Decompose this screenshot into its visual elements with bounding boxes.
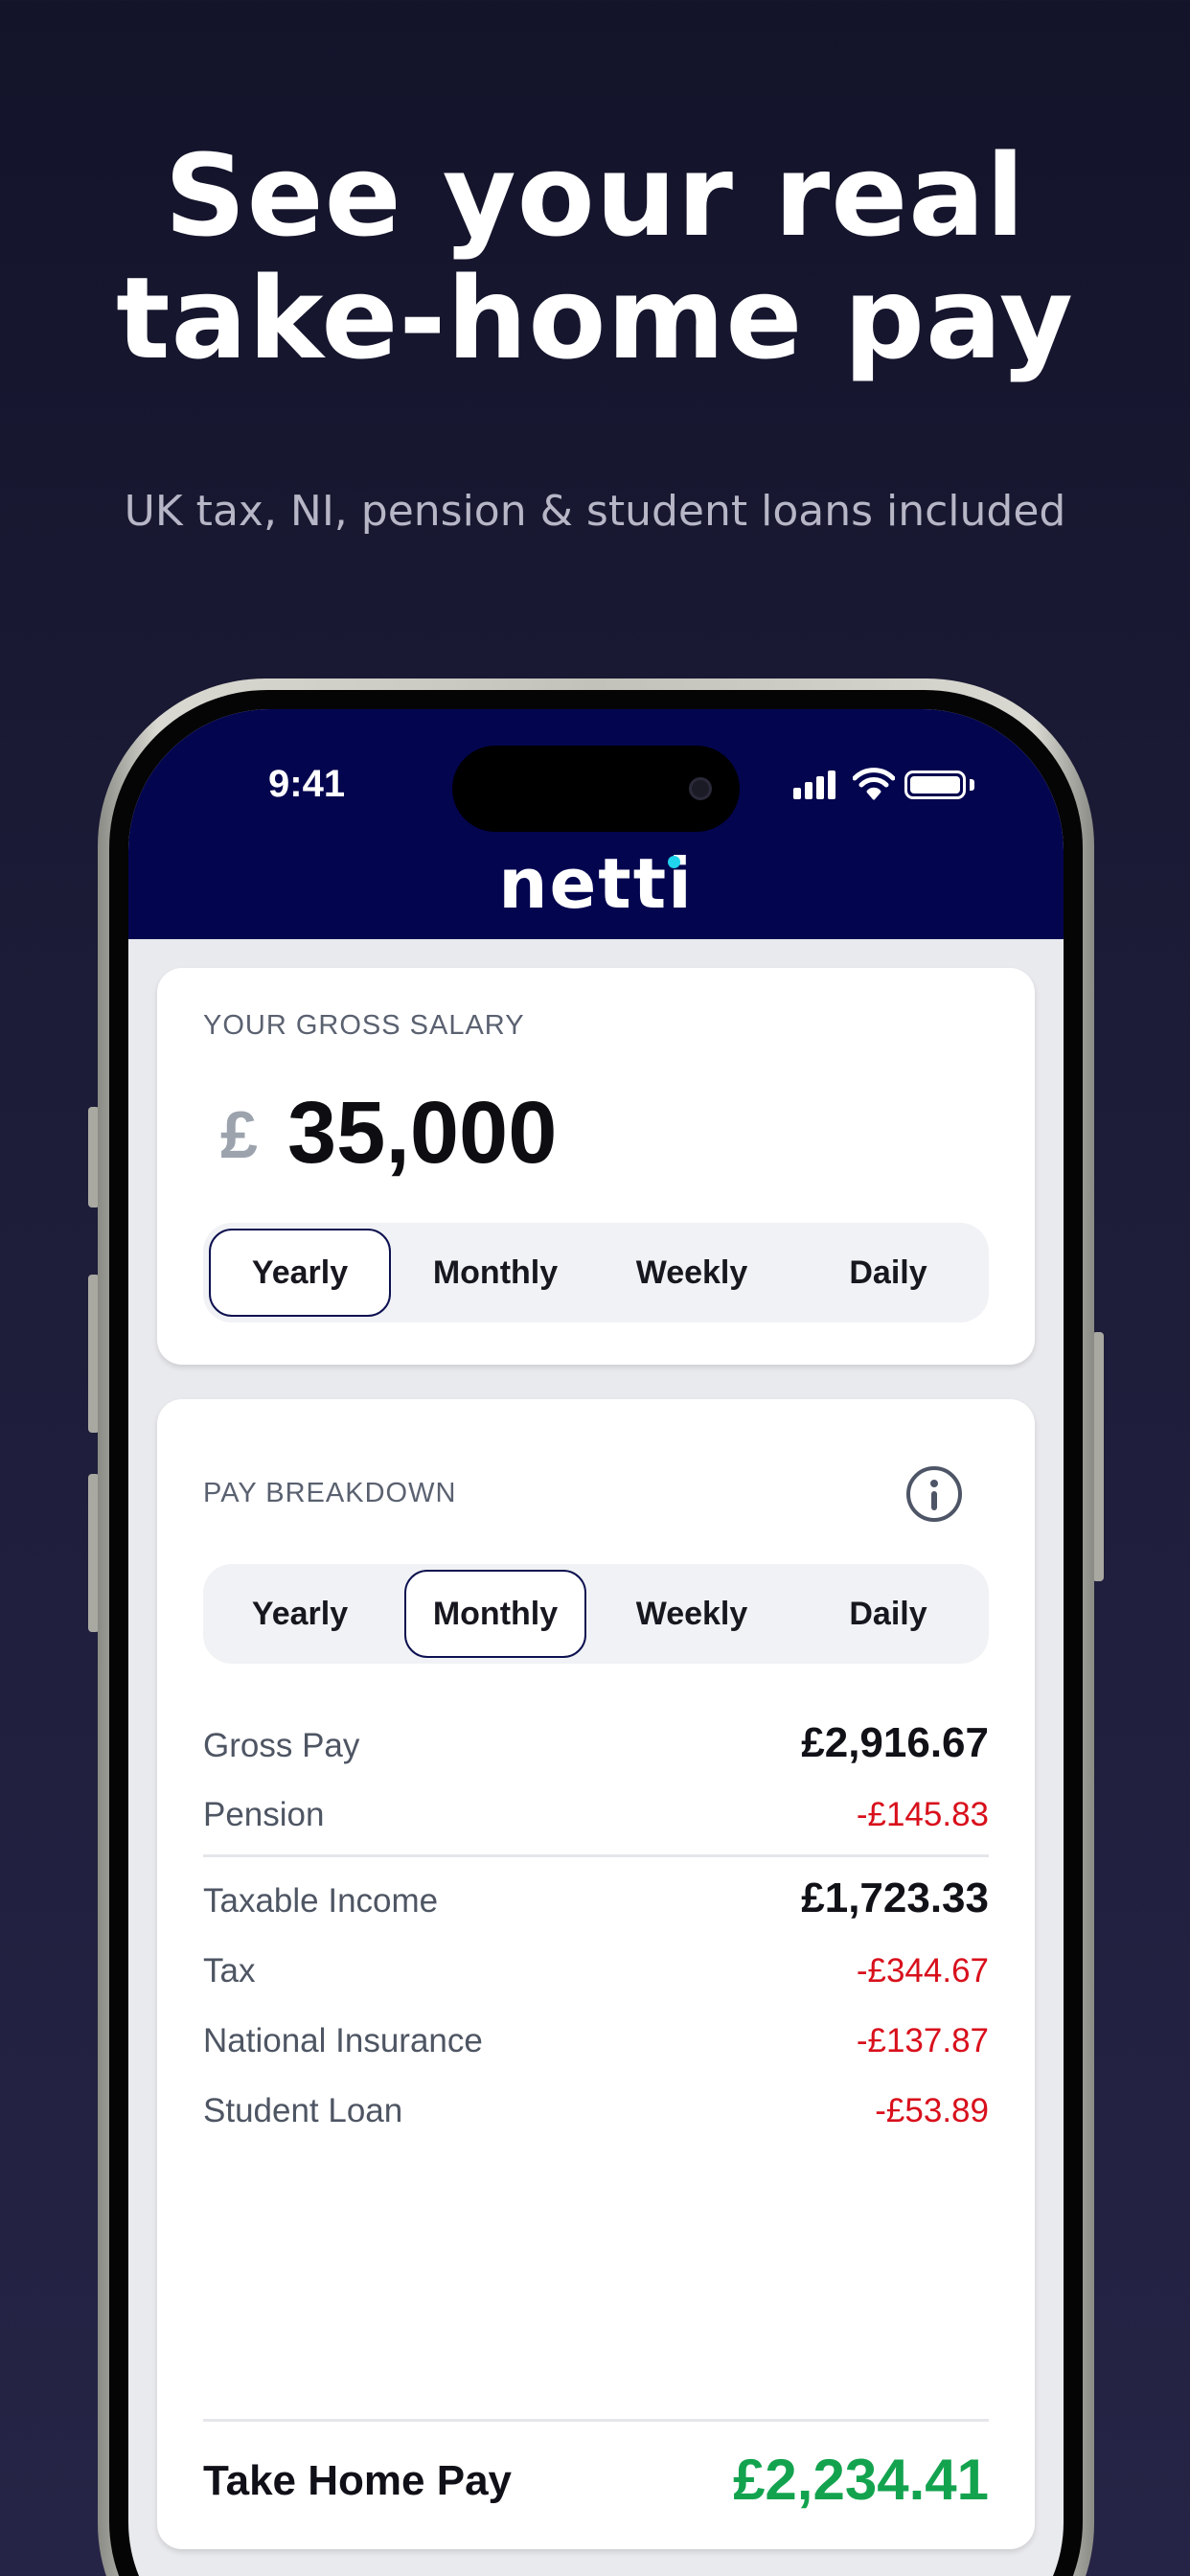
breakdown-period-daily[interactable]: Daily [797,1570,979,1658]
salary-period-yearly[interactable]: Yearly [209,1229,391,1317]
promo-headline: See your real take-home pay [0,134,1190,380]
breakdown-period-monthly[interactable]: Monthly [404,1570,586,1658]
gross-salary-label: YOUR GROSS SALARY [203,1010,525,1041]
status-time: 9:41 [268,763,346,805]
battery-icon [904,770,966,799]
take-home-label: Take Home Pay [203,2457,513,2504]
row-label: Taxable Income [203,1882,439,1920]
breakdown-row-gross-pay: Gross Pay £2,916.67 [203,1715,989,1773]
row-value: £1,723.33 [801,1874,989,1921]
info-icon[interactable] [906,1466,962,1522]
headline-line-2: take-home pay [116,252,1074,384]
battery-tip [970,779,974,791]
headline-line-1: See your real [164,129,1026,262]
breakdown-row-pension: Pension -£145.83 [203,1784,989,1842]
breakdown-row-student-loan: Student Loan -£53.89 [203,2081,989,2138]
salary-period-weekly[interactable]: Weekly [601,1229,783,1317]
app-logo: netti [498,843,694,924]
row-value: -£145.83 [856,1796,989,1833]
dynamic-island [452,746,740,832]
salary-period-monthly[interactable]: Monthly [404,1229,586,1317]
row-label: Pension [203,1796,325,1833]
section-divider [203,1854,989,1857]
row-value: £2,916.67 [801,1719,989,1766]
gross-salary-input[interactable] [287,1083,862,1184]
breakdown-row-national-insurance: National Insurance -£137.87 [203,2011,989,2068]
promo-subheadline: UK tax, NI, pension & student loans incl… [124,487,1066,536]
row-label: Gross Pay [203,1727,360,1764]
salary-period-selector: Yearly Monthly Weekly Daily [203,1223,989,1322]
front-camera-icon [689,777,712,800]
pay-breakdown-label: PAY BREAKDOWN [203,1478,457,1508]
logo-dot [668,856,680,868]
row-value: -£137.87 [856,2022,989,2059]
breakdown-period-selector: Yearly Monthly Weekly Daily [203,1564,989,1664]
wifi-icon [853,768,895,800]
breakdown-row-taxable-income: Taxable Income £1,723.33 [203,1871,989,1928]
row-value: -£53.89 [875,2092,989,2129]
gross-salary-card: YOUR GROSS SALARY £ Yearly Monthly Weekl… [157,968,1035,1365]
row-label: Student Loan [203,2092,403,2129]
row-label: National Insurance [203,2022,483,2059]
row-value: -£344.67 [856,1952,989,1990]
phone-screen: 9:41 netti YOUR GROSS SALARY £ 35,000 Ye… [128,709,1064,2576]
app-header: 9:41 netti [128,709,1064,939]
row-label: Tax [203,1952,256,1990]
breakdown-period-yearly[interactable]: Yearly [209,1570,391,1658]
breakdown-period-weekly[interactable]: Weekly [601,1570,783,1658]
breakdown-row-tax: Tax -£344.67 [203,1941,989,1998]
currency-symbol: £ [220,1097,258,1172]
take-home-divider [203,2419,989,2422]
status-icons [793,767,985,805]
salary-period-daily[interactable]: Daily [797,1229,979,1317]
pay-breakdown-card: PAY BREAKDOWN Yearly Monthly Weekly Dail… [157,1399,1035,2549]
take-home-value: £2,234.41 [733,2448,989,2512]
